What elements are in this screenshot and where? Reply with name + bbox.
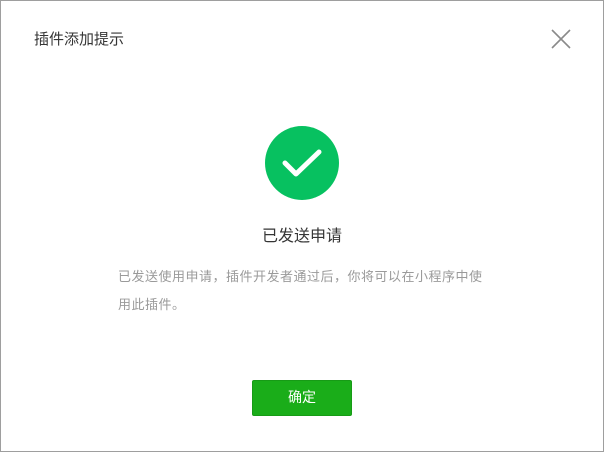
close-button[interactable] — [550, 28, 572, 50]
close-icon[interactable] — [550, 28, 572, 50]
confirm-button[interactable]: 确定 — [252, 380, 352, 416]
plugin-add-dialog: 插件添加提示 已发送申请 已发送使用申请，插件开发者通过后，你将可以在小程序中使… — [0, 0, 604, 452]
message-title: 已发送申请 — [261, 226, 342, 245]
checkmark-circle-icon — [265, 126, 339, 200]
dialog-title: 插件添加提示 — [34, 30, 125, 48]
message-description: 已发送使用申请，插件开发者通过后，你将可以在小程序中使用此插件。 — [118, 270, 483, 313]
